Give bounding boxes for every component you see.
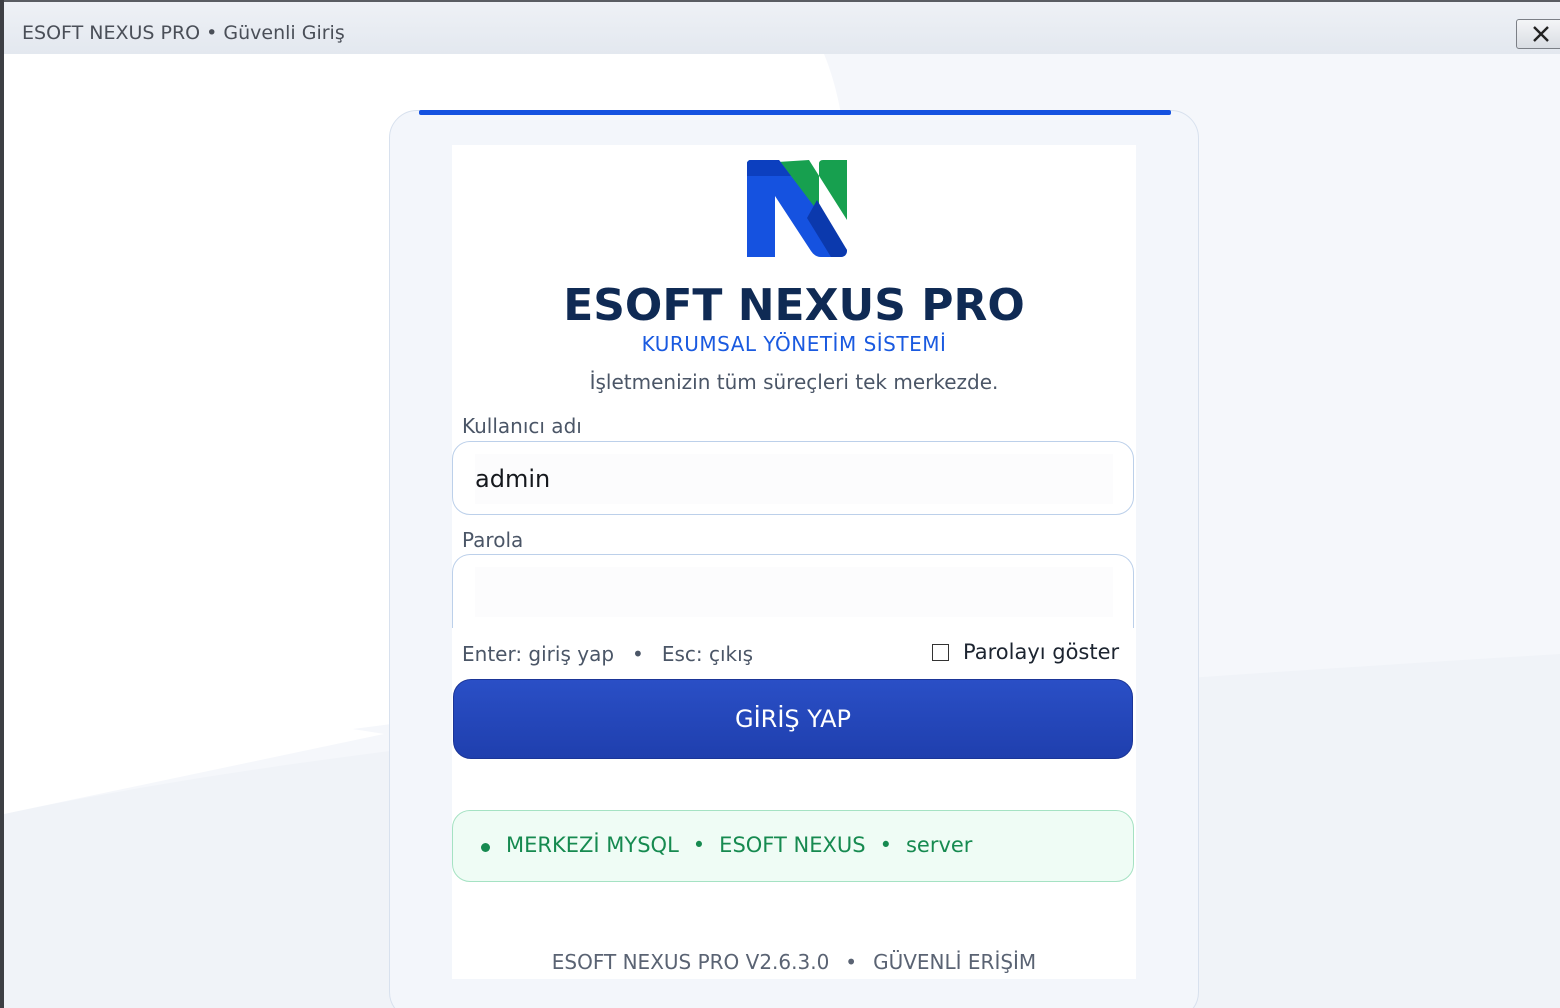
login-window: ESOFT NEXUS PRO • Güvenli Giriş ESOFT NE…: [0, 0, 1560, 1008]
footer: ESOFT NEXUS PRO V2.6.3.0 • GÜVENLİ ERİŞİM: [389, 950, 1199, 974]
username-label: Kullanıcı adı: [462, 414, 582, 438]
status-separator: •: [879, 833, 892, 857]
connection-status: MERKEZİ MYSQL • ESOFT NEXUS • server: [452, 810, 1134, 882]
status-dot-icon: [481, 842, 490, 852]
footer-access: GÜVENLİ ERİŞİM: [873, 950, 1037, 974]
password-label: Parola: [462, 528, 524, 552]
password-input[interactable]: [475, 567, 1113, 617]
status-app: ESOFT NEXUS: [719, 833, 866, 857]
show-password-label[interactable]: Parolayı göster: [963, 640, 1119, 664]
footer-version: ESOFT NEXUS PRO V2.6.3.0: [551, 950, 830, 974]
status-separator: •: [692, 833, 706, 857]
hint-esc: Esc: çıkış: [661, 642, 754, 666]
show-password-checkbox[interactable]: [932, 643, 949, 661]
status-db: MERKEZİ MYSQL: [506, 833, 679, 857]
title-bar[interactable]: ESOFT NEXUS PRO • Güvenli Giriş: [4, 0, 1560, 54]
window-title: ESOFT NEXUS PRO • Güvenli Giriş: [22, 22, 345, 44]
card-accent-bar: [419, 110, 1171, 115]
app-title: ESOFT NEXUS PRO: [563, 280, 1025, 331]
password-field[interactable]: [452, 554, 1134, 628]
hint-separator: •: [632, 642, 644, 666]
close-icon: [1533, 26, 1549, 42]
nexus-logo-icon: [747, 160, 847, 257]
close-button[interactable]: [1516, 19, 1560, 49]
footer-separator: •: [845, 950, 858, 974]
keyboard-hint: Enter: giriş yap • Esc: çıkış: [462, 642, 753, 666]
app-subtitle: KURUMSAL YÖNETİM SİSTEMİ: [641, 332, 947, 356]
login-button[interactable]: GİRİŞ YAP: [453, 679, 1133, 759]
show-password-toggle[interactable]: Parolayı göster: [932, 640, 1119, 664]
status-host: server: [905, 833, 973, 857]
app-tagline: İşletmenizin tüm süreçleri tek merkezde.: [589, 370, 999, 394]
username-field[interactable]: [452, 441, 1134, 515]
hint-enter: Enter: giriş yap: [462, 642, 615, 666]
username-input[interactable]: [475, 454, 1113, 504]
